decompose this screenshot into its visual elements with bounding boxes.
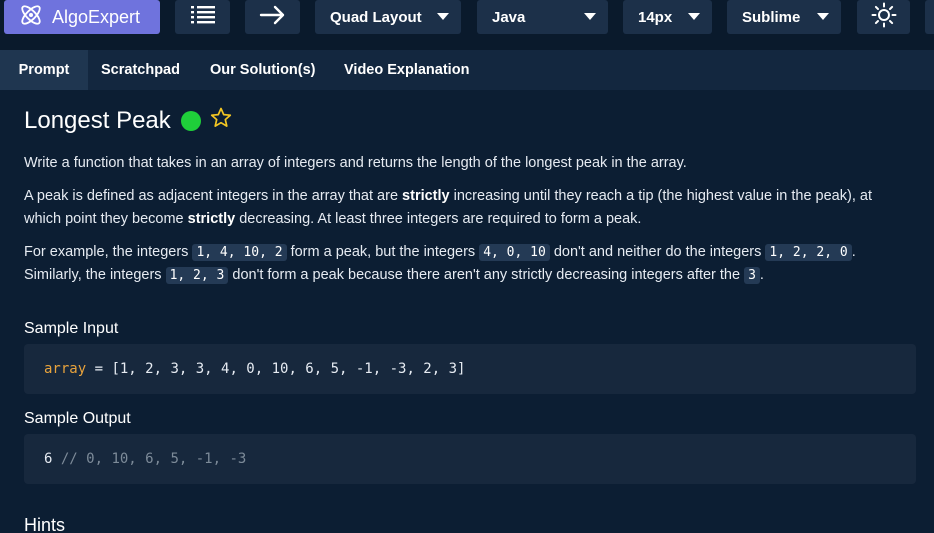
overflow-button[interactable] bbox=[925, 0, 934, 34]
tab-prompt[interactable]: Prompt bbox=[0, 50, 88, 90]
question-list-button[interactable] bbox=[175, 0, 230, 34]
tab-our-solutions[interactable]: Our Solution(s) bbox=[210, 50, 316, 90]
strictly-emphasis: strictly bbox=[187, 211, 236, 227]
inline-code: 3 bbox=[744, 267, 760, 284]
inline-code: 1, 4, 10, 2 bbox=[192, 244, 287, 261]
caret-down-icon bbox=[817, 13, 829, 20]
language-dropdown-label: Java bbox=[492, 8, 526, 26]
layout-dropdown-label: Quad Layout bbox=[330, 8, 422, 26]
top-toolbar: AlgoExpert Quad Layout Java 14px Sublime bbox=[0, 0, 934, 36]
tab-label: Prompt bbox=[18, 62, 70, 78]
inline-code: 1, 2, 2, 0 bbox=[765, 244, 852, 261]
caret-down-icon bbox=[437, 13, 449, 20]
prompt-tabs: Prompt Scratchpad Our Solution(s) Video … bbox=[0, 50, 934, 90]
list-icon bbox=[190, 4, 216, 30]
theme-toggle-button[interactable] bbox=[857, 0, 910, 34]
theme-dropdown[interactable]: Sublime bbox=[727, 0, 841, 34]
algoexpert-home-button[interactable]: AlgoExpert bbox=[4, 0, 160, 34]
code-variable: array bbox=[44, 361, 87, 377]
inline-code: 1, 2, 3 bbox=[165, 267, 229, 284]
tab-video-explanation[interactable]: Video Explanation bbox=[344, 50, 469, 90]
title-row: Longest Peak bbox=[24, 106, 233, 135]
arrow-right-icon bbox=[259, 5, 287, 29]
sun-icon bbox=[871, 2, 897, 32]
caret-down-icon bbox=[688, 13, 700, 20]
layout-dropdown[interactable]: Quad Layout bbox=[315, 0, 461, 34]
code-value: 6 bbox=[44, 451, 53, 467]
font-size-dropdown-label: 14px bbox=[638, 8, 673, 26]
hints-heading: Hints bbox=[24, 515, 66, 533]
tab-label: Our Solution(s) bbox=[210, 62, 316, 78]
language-dropdown[interactable]: Java bbox=[477, 0, 608, 34]
prompt-paragraph-3: For example, the integers 1, 4, 10, 2 fo… bbox=[24, 244, 856, 284]
sample-input-heading: Sample Input bbox=[24, 320, 119, 337]
theme-dropdown-label: Sublime bbox=[742, 8, 801, 26]
code-comment: // 0, 10, 6, 5, -1, -3 bbox=[52, 451, 247, 467]
sample-input-code: array = [1, 2, 3, 3, 4, 0, 10, 6, 5, -1,… bbox=[24, 344, 916, 394]
tab-scratchpad[interactable]: Scratchpad bbox=[101, 50, 180, 90]
star-icon[interactable] bbox=[209, 106, 233, 135]
sample-output-code: 6 // 0, 10, 6, 5, -1, -3 bbox=[24, 434, 916, 484]
strictly-emphasis: strictly bbox=[402, 188, 450, 204]
sample-output-heading: Sample Output bbox=[24, 410, 131, 427]
caret-down-icon bbox=[584, 13, 596, 20]
brand-label: AlgoExpert bbox=[52, 6, 141, 27]
algoexpert-logo-icon bbox=[18, 2, 52, 32]
inline-code: 4, 0, 10 bbox=[479, 244, 550, 261]
font-size-dropdown[interactable]: 14px bbox=[623, 0, 712, 34]
prompt-paragraph-1: Write a function that takes in an array … bbox=[24, 155, 687, 171]
page-title: Longest Peak bbox=[24, 106, 171, 134]
prompt-panel: Longest Peak Write a function that takes… bbox=[0, 90, 934, 533]
prompt-paragraph-2: A peak is defined as adjacent integers i… bbox=[24, 188, 872, 227]
tab-label: Scratchpad bbox=[101, 62, 180, 78]
difficulty-status-dot bbox=[180, 110, 201, 131]
tab-label: Video Explanation bbox=[344, 62, 470, 78]
code-text: = [1, 2, 3, 3, 4, 0, 10, 6, 5, -1, -3, 2… bbox=[86, 361, 466, 377]
next-question-button[interactable] bbox=[245, 0, 300, 34]
